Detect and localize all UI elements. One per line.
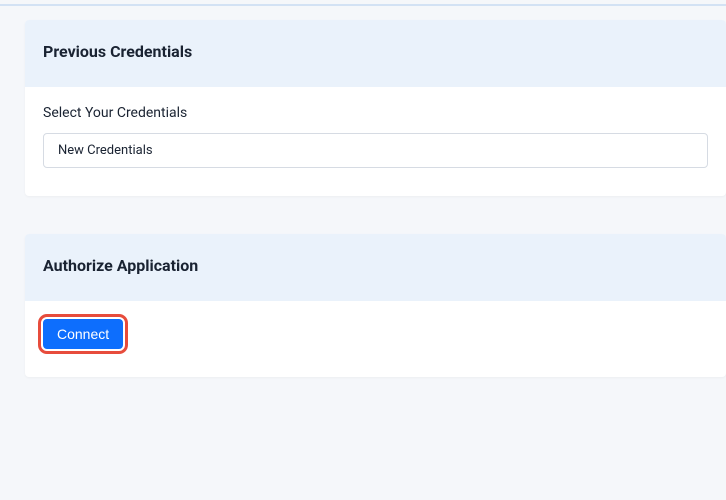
top-divider [0, 4, 726, 6]
section-spacer [25, 196, 726, 220]
previous-credentials-header: Previous Credentials [25, 20, 726, 87]
previous-credentials-card: Previous Credentials Select Your Credent… [25, 20, 726, 196]
authorize-application-title: Authorize Application [43, 256, 708, 275]
page-container: Previous Credentials Select Your Credent… [0, 0, 726, 377]
credentials-select[interactable]: New Credentials [43, 133, 708, 168]
connect-button[interactable]: Connect [43, 319, 123, 349]
authorize-application-card: Authorize Application Connect [25, 234, 726, 377]
credentials-select-label: Select Your Credentials [43, 105, 708, 121]
previous-credentials-title: Previous Credentials [43, 42, 708, 61]
authorize-application-header: Authorize Application [25, 234, 726, 301]
authorize-application-body: Connect [25, 301, 726, 377]
credentials-select-wrap: New Credentials [43, 133, 708, 168]
previous-credentials-body: Select Your Credentials New Credentials [25, 87, 726, 196]
